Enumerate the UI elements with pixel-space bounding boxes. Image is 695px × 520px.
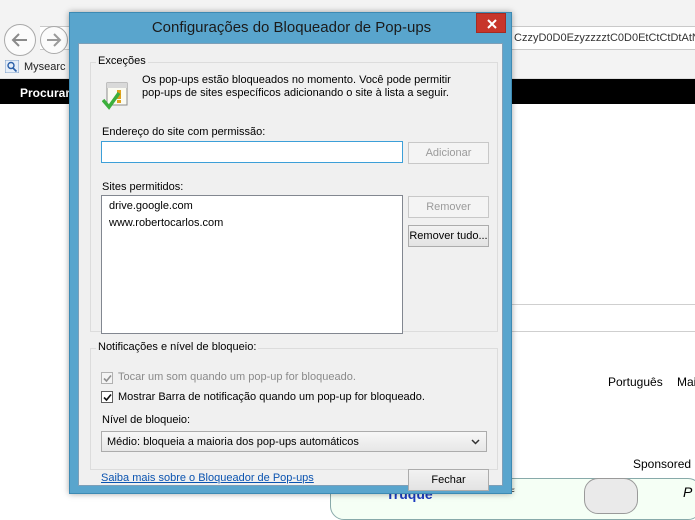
allowed-sites-label: Sites permitidos: (102, 181, 183, 193)
popup-blocker-dialog: Configurações do Bloqueador de Pop-ups E… (69, 12, 512, 494)
site-tab-label[interactable]: Mysearc (24, 61, 66, 73)
list-item[interactable]: www.robertocarlos.com (109, 217, 223, 229)
search-site-icon (5, 60, 19, 73)
forward-button[interactable] (40, 26, 68, 54)
show-notification-bar-checkbox[interactable] (101, 391, 113, 403)
ad-cloud-shape (584, 478, 638, 514)
close-window-button[interactable] (476, 13, 506, 33)
chevron-down-icon (471, 439, 480, 445)
remove-all-button[interactable]: Remover tudo... (408, 225, 489, 247)
checkmark-icon (103, 393, 112, 402)
add-button[interactable]: Adicionar (408, 142, 489, 164)
list-item[interactable]: drive.google.com (109, 200, 193, 212)
learn-more-link[interactable]: Saiba mais sobre o Bloqueador de Pop-ups (101, 472, 314, 484)
exceptions-group-label: Exceções (96, 55, 148, 67)
blocking-level-select[interactable]: Médio: bloqueia a maioria dos pop-ups au… (101, 431, 487, 452)
checkmark-icon (103, 374, 112, 383)
play-sound-label: Tocar um som quando um pop-up for bloque… (118, 371, 356, 383)
back-arrow-icon (11, 32, 29, 48)
info-text: Os pop-ups estão bloqueados no momento. … (142, 74, 472, 100)
ad-banner-letter: P (683, 484, 692, 500)
blocking-level-value: Médio: bloqueia a maioria dos pop-ups au… (107, 436, 359, 448)
address-input[interactable] (101, 141, 403, 163)
popup-allowed-icon (102, 81, 132, 111)
back-button[interactable] (4, 24, 36, 56)
language-link-more[interactable]: Mai (677, 375, 695, 389)
address-label: Endereço do site com permissão: (102, 126, 265, 138)
address-bar-text[interactable]: CzzyD0D0EzyzzzztC0D0EtCtCtDtAtN (514, 32, 695, 44)
close-button[interactable]: Fechar (408, 469, 489, 491)
forward-arrow-icon (46, 32, 62, 48)
sponsored-label: Sponsored (633, 457, 691, 471)
notifications-group-label: Notificações e nível de bloqueio: (96, 341, 258, 353)
remove-button[interactable]: Remover (408, 196, 489, 218)
site-menu-search[interactable]: Procurar (20, 86, 70, 100)
dialog-title: Configurações do Bloqueador de Pop-ups (70, 19, 513, 36)
blocking-level-label: Nível de bloqueio: (102, 414, 190, 426)
allowed-sites-list[interactable]: drive.google.com www.robertocarlos.com (101, 195, 403, 334)
close-icon (487, 19, 497, 29)
language-link-portugues[interactable]: Português (608, 375, 663, 389)
site-search-box[interactable] (512, 304, 695, 332)
dialog-client-area: Exceções Os pop-ups estão bloqueados no … (78, 43, 503, 486)
show-notification-bar-label: Mostrar Barra de notificação quando um p… (118, 391, 425, 403)
play-sound-checkbox[interactable] (101, 372, 113, 384)
